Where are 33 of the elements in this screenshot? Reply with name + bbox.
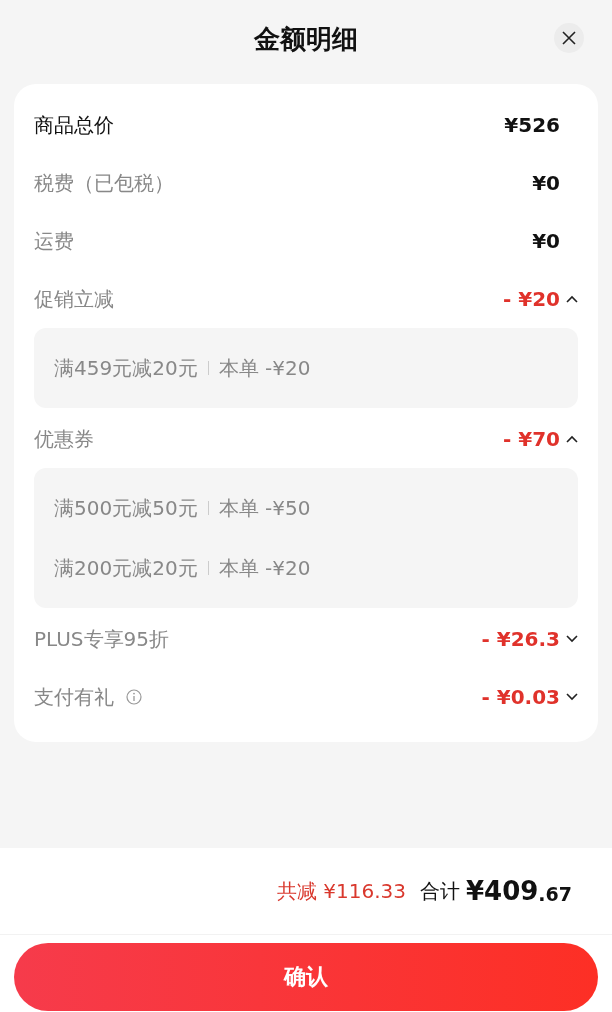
discount-amount: 本单 -¥20 bbox=[218, 354, 311, 382]
chevron-up-icon[interactable] bbox=[566, 295, 578, 303]
row-label: 运费 bbox=[34, 227, 74, 255]
row-amount: ¥0 bbox=[532, 229, 560, 253]
row-amount: ¥526 bbox=[504, 113, 560, 137]
discount-amount: 本单 -¥20 bbox=[218, 554, 311, 582]
close-button[interactable] bbox=[554, 23, 584, 53]
row-amount: - ¥0.03 bbox=[481, 685, 560, 709]
sheet-title: 金额明细 bbox=[254, 22, 358, 56]
info-icon[interactable] bbox=[126, 689, 142, 705]
row-amount: - ¥20 bbox=[503, 287, 560, 311]
discount-rule: 满500元减50元 bbox=[54, 494, 198, 522]
row-label: PLUS专享95折 bbox=[34, 625, 169, 653]
row-label: 促销立减 bbox=[34, 285, 114, 313]
confirm-button[interactable]: 确认 bbox=[14, 943, 598, 1011]
total-amount: ¥409 bbox=[465, 876, 539, 906]
row-amount: - ¥26.3 bbox=[481, 627, 560, 651]
discount-rule: 满459元减20元 bbox=[54, 354, 198, 382]
row-label: 税费（已包税） bbox=[34, 169, 174, 197]
total-label: 合计 bbox=[419, 877, 460, 905]
discount-amount: 本单 -¥50 bbox=[218, 494, 311, 522]
row-label: 商品总价 bbox=[34, 111, 114, 139]
row-label: 支付有礼 bbox=[34, 683, 114, 711]
total-decimals: .67 bbox=[538, 883, 572, 905]
chevron-down-icon[interactable] bbox=[566, 635, 578, 643]
close-icon bbox=[562, 31, 576, 45]
row-amount: - ¥70 bbox=[503, 427, 560, 451]
savings-total: 共减 ¥116.33 bbox=[276, 877, 406, 905]
chevron-up-icon[interactable] bbox=[566, 435, 578, 443]
row-label: 优惠券 bbox=[34, 425, 94, 453]
chevron-down-icon[interactable] bbox=[566, 693, 578, 701]
row-amount: ¥0 bbox=[532, 171, 560, 195]
discount-rule: 满200元减20元 bbox=[54, 554, 198, 582]
